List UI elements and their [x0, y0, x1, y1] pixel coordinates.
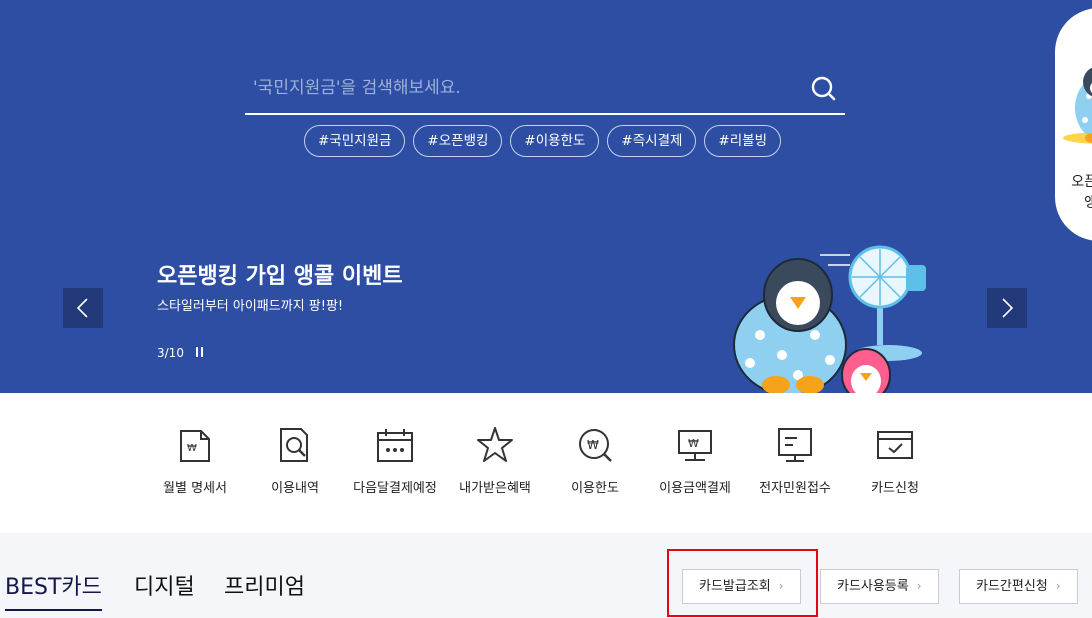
quick-menu-limit[interactable]: ₩ 이용한도: [545, 425, 645, 505]
search-tag[interactable]: #즉시결제: [607, 125, 697, 157]
quick-menu-label: 이용내역: [271, 481, 319, 496]
slide-title[interactable]: 오픈뱅킹 가입 앵콜 이벤트: [157, 258, 403, 290]
search-icon[interactable]: [809, 74, 839, 104]
limit-icon: ₩: [579, 429, 612, 462]
search-bar: [245, 62, 845, 115]
quick-menu-next-payment[interactable]: 다음달결제예정: [345, 425, 445, 505]
search-tag[interactable]: #리볼빙: [704, 125, 781, 157]
quick-menu-card-apply[interactable]: 카드신청: [845, 425, 945, 505]
quick-menu-label: 이용금액결제: [659, 481, 731, 496]
chevron-right-icon: ›: [916, 579, 922, 593]
slide-prev-button[interactable]: [63, 288, 103, 328]
pause-icon[interactable]: [196, 347, 206, 358]
quick-menu-benefits[interactable]: 내가받은혜택: [445, 425, 545, 505]
quick-menu-complaint[interactable]: 전자민원접수: [745, 425, 845, 505]
chevron-right-icon: [1002, 298, 1014, 318]
search-input[interactable]: [253, 72, 793, 104]
side-promo-text: 오픈뱅킹 앵콜: [1071, 174, 1092, 211]
button-label: 카드간편신청: [976, 579, 1048, 594]
search-tag[interactable]: #국민지원금: [304, 125, 406, 157]
search-tag[interactable]: #오픈뱅킹: [413, 125, 503, 157]
card-easy-apply-button[interactable]: 카드간편신청 ›: [959, 569, 1078, 604]
quick-menu-label: 전자민원접수: [759, 481, 831, 496]
button-label: 카드사용등록: [837, 579, 909, 594]
hero-banner: #국민지원금 #오픈뱅킹 #이용한도 #즉시결제 #리볼빙 오픈뱅킹 앵콜 오픈…: [0, 0, 1092, 393]
search-tag[interactable]: #이용한도: [510, 125, 600, 157]
quick-menu-usage-history[interactable]: 이용내역: [245, 425, 345, 505]
svg-text:₩: ₩: [587, 438, 599, 452]
statement-icon: ₩: [180, 430, 210, 462]
quick-menu-statement[interactable]: ₩ 월별 명세서: [145, 425, 245, 505]
slide-next-button[interactable]: [987, 288, 1027, 328]
card-section: BEST카드 디지털 프리미엄 카드발급조회 › 카드사용등록 › 카드간편신청 ›: [0, 533, 1092, 618]
usage-history-icon: [280, 428, 308, 462]
button-label: 카드발급조회: [699, 579, 771, 594]
quick-menu: ₩ 월별 명세서 이용내역 다음달결제예정 내가받은혜택 ₩ 이용한도 ₩ 이용…: [0, 393, 1092, 533]
page: #국민지원금 #오픈뱅킹 #이용한도 #즉시결제 #리볼빙 오픈뱅킹 앵콜 오픈…: [0, 0, 1092, 618]
chevron-right-icon: ›: [778, 579, 784, 593]
complaint-monitor-icon: [778, 428, 812, 462]
penguin-illustration: [1063, 67, 1092, 144]
payment-monitor-icon: ₩: [678, 430, 712, 461]
card-apply-icon: [877, 431, 913, 459]
chevron-right-icon: ›: [1055, 579, 1061, 593]
card-register-button[interactable]: 카드사용등록 ›: [820, 569, 939, 604]
card-issue-inquiry-button[interactable]: 카드발급조회 ›: [682, 569, 801, 604]
quick-menu-label: 월별 명세서: [163, 481, 227, 496]
quick-menu-label: 이용한도: [571, 481, 619, 496]
slide-subtitle: 스타일러부터 아이패드까지 팡!팡!: [157, 299, 344, 314]
quick-menu-label: 카드신청: [871, 481, 919, 496]
slide-counter: 3/10: [157, 346, 184, 360]
calendar-icon: [377, 429, 413, 462]
svg-text:₩: ₩: [187, 443, 197, 454]
penguin-fan-illustration: [733, 245, 926, 393]
quick-menu-label: 다음달결제예정: [353, 481, 437, 496]
benefit-star-icon: [477, 427, 513, 462]
svg-text:₩: ₩: [688, 437, 699, 450]
tab-digital[interactable]: 디지털: [134, 569, 195, 601]
quick-menu-label: 내가받은혜택: [459, 481, 531, 496]
quick-menu-payment[interactable]: ₩ 이용금액결제: [645, 425, 745, 505]
tab-best-card[interactable]: BEST카드: [5, 569, 102, 611]
search-tags: #국민지원금 #오픈뱅킹 #이용한도 #즉시결제 #리볼빙: [304, 125, 781, 157]
tab-premium[interactable]: 프리미엄: [224, 569, 305, 601]
side-promo-banner[interactable]: 오픈뱅킹 앵콜: [1055, 8, 1092, 241]
chevron-left-icon: [76, 298, 88, 318]
